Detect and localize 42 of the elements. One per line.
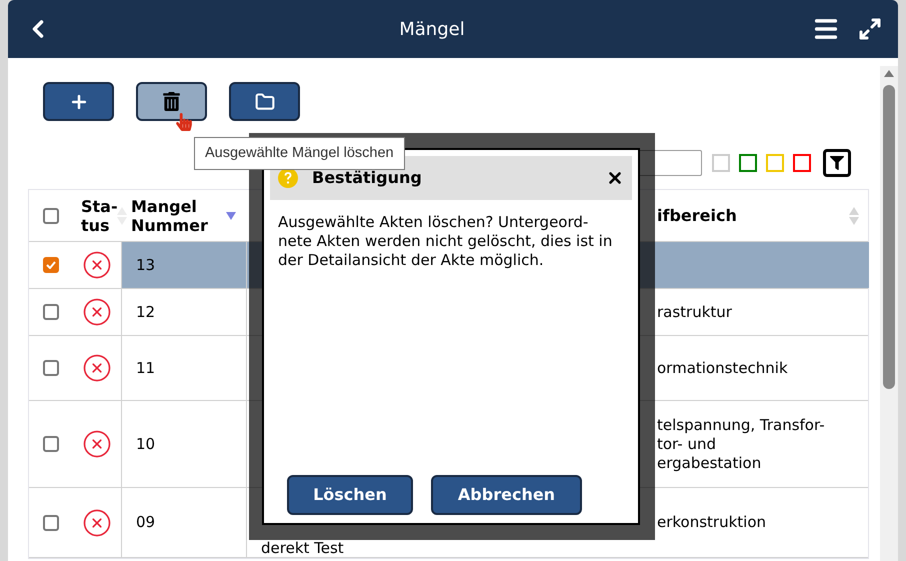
dialog-message: Ausgewählte Akten löschen? Untergeord-nete Akten werden nicht gelöscht, dies ist in der Detailansicht der Akte möglich.	[277, 213, 614, 270]
row-checkbox[interactable]	[43, 514, 59, 530]
checkmark-icon	[46, 261, 56, 269]
filter-icon	[830, 156, 844, 170]
scrollbar-thumb[interactable]	[883, 85, 895, 389]
table-cell: erkonstruktion	[657, 513, 766, 532]
row-checkbox[interactable]	[43, 436, 59, 452]
status-filter-checkbox[interactable]	[793, 154, 811, 172]
row-checkbox[interactable]	[43, 257, 59, 273]
column-header[interactable]: Mangel Nummer	[131, 196, 211, 234]
close-icon	[606, 169, 624, 187]
table-cell-text: 10	[136, 434, 156, 455]
table-cell-text: 12	[136, 302, 156, 323]
tooltip: Ausgewählte Mängel löschen	[194, 137, 405, 170]
row-checkbox[interactable]	[43, 304, 59, 320]
add-button[interactable]	[43, 82, 114, 121]
dialog-button[interactable]: Abbrechen	[431, 475, 582, 515]
fullscreen-button[interactable]	[858, 17, 882, 41]
table-cell: telspannung, Transfor- tor- und ergabestation	[657, 416, 825, 472]
table-cell: ormationstechnik	[657, 358, 788, 378]
filter-button[interactable]	[823, 148, 851, 176]
column-header[interactable]: ifbereich	[657, 206, 737, 225]
table-cell-text: 11	[136, 358, 156, 379]
pointer-cursor-icon	[176, 113, 192, 131]
table-cell-text: 13	[136, 254, 156, 276]
select-all-checkbox[interactable]	[43, 208, 59, 224]
dialog-button[interactable]: Löschen	[287, 475, 413, 515]
expand-icon	[858, 17, 882, 41]
row-checkbox[interactable]	[43, 360, 59, 376]
column-header[interactable]: Sta-tus	[81, 196, 117, 234]
table-cell-text: 09	[136, 512, 156, 534]
status-filter-checkbox[interactable]	[739, 154, 757, 172]
dialog-title: Bestätigung	[312, 167, 423, 189]
scroll-up-icon[interactable]	[884, 70, 894, 77]
folder-button[interactable]	[229, 82, 300, 121]
table-cell: derekt Test	[261, 540, 344, 556]
trash-icon	[163, 92, 180, 111]
table-cell: rastruktur	[657, 302, 732, 322]
delete-button[interactable]	[136, 82, 207, 121]
close-button[interactable]	[606, 169, 624, 187]
folder-icon	[254, 92, 274, 112]
page-title: Mängel	[399, 18, 465, 42]
